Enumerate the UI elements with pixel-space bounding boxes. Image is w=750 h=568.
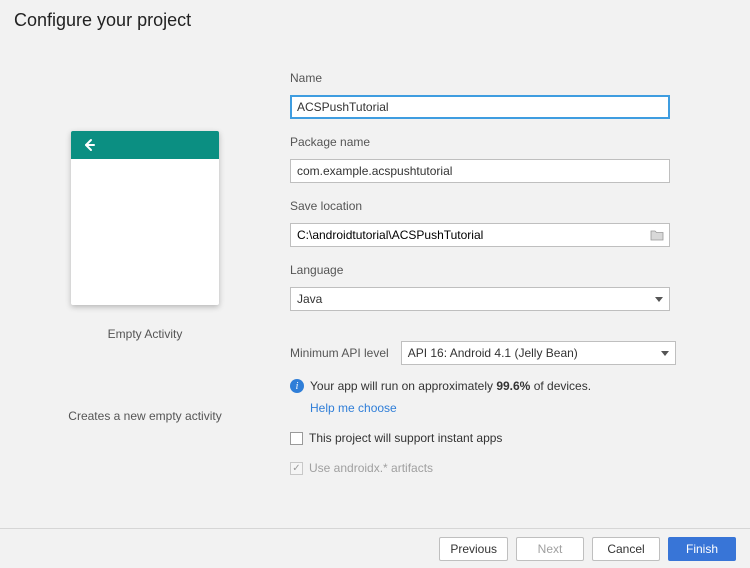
instant-apps-label: This project will support instant apps (309, 431, 502, 445)
help-me-choose-link[interactable]: Help me choose (310, 401, 720, 415)
location-label: Save location (290, 199, 720, 213)
language-select[interactable]: Java (290, 287, 670, 311)
footer: Previous Next Cancel Finish (0, 528, 750, 568)
cancel-button[interactable]: Cancel (592, 537, 660, 561)
finish-button[interactable]: Finish (668, 537, 736, 561)
device-coverage-info: i Your app will run on approximately 99.… (290, 379, 720, 393)
instant-apps-row[interactable]: This project will support instant apps (290, 431, 720, 445)
language-value: Java (297, 292, 322, 306)
androidx-row: ✓ Use androidx.* artifacts (290, 461, 720, 475)
name-input[interactable] (290, 95, 670, 119)
body: Empty Activity Creates a new empty activ… (0, 31, 750, 528)
template-description: Creates a new empty activity (68, 409, 221, 423)
back-arrow-icon (81, 137, 97, 153)
instant-apps-checkbox[interactable] (290, 432, 303, 445)
package-input[interactable] (290, 159, 670, 183)
androidx-checkbox: ✓ (290, 462, 303, 475)
min-api-row: Minimum API level API 16: Android 4.1 (J… (290, 341, 720, 365)
template-name: Empty Activity (108, 327, 183, 341)
min-api-select[interactable]: API 16: Android 4.1 (Jelly Bean) (401, 341, 676, 365)
form-pane: Name Package name Save location Language… (290, 71, 720, 518)
language-label: Language (290, 263, 720, 277)
androidx-label: Use androidx.* artifacts (309, 461, 433, 475)
chevron-down-icon (655, 297, 663, 302)
template-preview (71, 131, 219, 305)
min-api-value: API 16: Android 4.1 (Jelly Bean) (408, 346, 578, 360)
preview-pane: Empty Activity Creates a new empty activ… (30, 71, 260, 518)
header: Configure your project (0, 0, 750, 31)
wizard-root: Configure your project Empty Activity Cr… (0, 0, 750, 568)
next-button: Next (516, 537, 584, 561)
coverage-text: Your app will run on approximately 99.6%… (310, 379, 591, 393)
chevron-down-icon (661, 351, 669, 356)
package-label: Package name (290, 135, 720, 149)
page-title: Configure your project (14, 10, 736, 31)
location-input-wrap (290, 223, 670, 247)
min-api-label: Minimum API level (290, 346, 389, 360)
preview-top-bar (71, 131, 219, 159)
previous-button[interactable]: Previous (439, 537, 508, 561)
location-input[interactable] (291, 224, 647, 246)
info-icon: i (290, 379, 304, 393)
folder-icon[interactable] (647, 225, 667, 245)
name-label: Name (290, 71, 720, 85)
